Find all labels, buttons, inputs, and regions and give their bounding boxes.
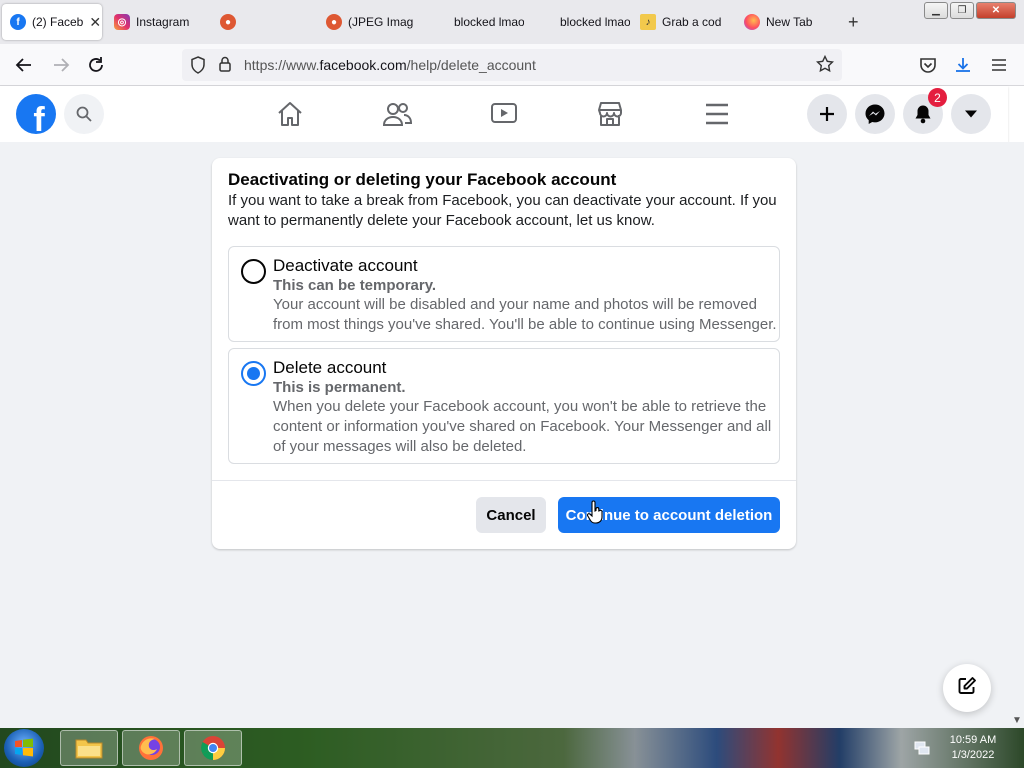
close-window-icon[interactable]: ✕ bbox=[976, 2, 1016, 19]
tab-new-tab[interactable]: New Tab bbox=[736, 4, 836, 40]
network-tray-icon[interactable] bbox=[914, 740, 930, 761]
search-icon[interactable] bbox=[64, 94, 104, 134]
tab-blocked-2[interactable]: blocked lmao bbox=[530, 4, 630, 40]
delete-account-option[interactable]: Delete account This is permanent. When y… bbox=[228, 348, 780, 464]
option-description: Your account will be disabled and your n… bbox=[273, 296, 777, 333]
tab-label: New Tab bbox=[766, 15, 813, 29]
facebook-favicon-icon: f bbox=[10, 14, 26, 30]
create-plus-icon[interactable] bbox=[807, 94, 847, 134]
firefox-favicon-icon bbox=[744, 14, 760, 30]
pocket-icon[interactable] bbox=[915, 52, 941, 78]
browser-tab-strip: f (2) Faceb ✕ ◎ Instagram ● ● (JPEG Imag… bbox=[0, 0, 1024, 44]
compose-edit-icon bbox=[957, 676, 977, 701]
url-prefix: https://www. bbox=[244, 57, 320, 73]
tab-facebook[interactable]: f (2) Faceb ✕ bbox=[2, 4, 102, 40]
tab-duckduckgo-1[interactable]: ● bbox=[212, 4, 312, 40]
url-bar[interactable]: https://www.facebook.com/help/delete_acc… bbox=[182, 49, 842, 81]
facebook-header: f bbox=[0, 86, 1008, 142]
chrome-taskbar-icon[interactable] bbox=[184, 730, 242, 766]
delete-account-dialog: Deactivating or deleting your Facebook a… bbox=[212, 158, 796, 549]
file-explorer-taskbar-icon[interactable] bbox=[60, 730, 118, 766]
tab-duckduckgo-2[interactable]: ● (JPEG Imag bbox=[318, 4, 418, 40]
dialog-description: If you want to take a break from Faceboo… bbox=[228, 192, 777, 229]
clock-date: 1/3/2022 bbox=[951, 749, 995, 761]
option-description: When you delete your Facebook account, y… bbox=[273, 398, 772, 455]
tab-label: (2) Faceb bbox=[32, 15, 84, 29]
forward-arrow-icon[interactable] bbox=[48, 52, 74, 78]
tab-instagram[interactable]: ◎ Instagram bbox=[106, 4, 206, 40]
duckduckgo-favicon-icon: ● bbox=[326, 14, 342, 30]
lock-icon[interactable] bbox=[218, 56, 232, 78]
deactivate-radio[interactable] bbox=[241, 259, 266, 284]
windows-start-button[interactable] bbox=[4, 729, 44, 767]
windows-taskbar: 10:59 AM 1/3/2022 bbox=[0, 728, 1024, 768]
logo-letter: f bbox=[33, 101, 45, 134]
dialog-title: Deactivating or deleting your Facebook a… bbox=[228, 170, 617, 189]
downloads-icon[interactable] bbox=[950, 52, 976, 78]
firefox-taskbar-icon[interactable] bbox=[122, 730, 180, 766]
hand-cursor-icon bbox=[586, 500, 604, 529]
account-dropdown-icon[interactable] bbox=[951, 94, 991, 134]
tab-label: blocked lmao bbox=[560, 15, 630, 29]
option-subtitle: This can be temporary. bbox=[273, 277, 437, 294]
new-tab-plus-icon[interactable]: + bbox=[848, 12, 859, 33]
facebook-logo-icon[interactable]: f bbox=[16, 94, 56, 134]
option-subtitle: This is permanent. bbox=[273, 379, 406, 396]
url-domain: facebook.com bbox=[319, 57, 407, 73]
marketplace-icon[interactable] bbox=[594, 98, 626, 130]
browser-nav-bar: https://www.facebook.com/help/delete_acc… bbox=[0, 44, 1024, 86]
deactivate-account-option[interactable]: Deactivate account This can be temporary… bbox=[228, 246, 780, 342]
tab-label: Grab a cod bbox=[662, 15, 722, 29]
tab-label: (JPEG Imag bbox=[348, 15, 414, 29]
option-title: Deactivate account bbox=[273, 256, 418, 275]
clock-time: 10:59 AM bbox=[949, 734, 997, 746]
system-clock[interactable]: 10:59 AM 1/3/2022 bbox=[940, 733, 1006, 763]
notification-count-badge: 2 bbox=[928, 88, 947, 107]
delete-radio[interactable] bbox=[241, 361, 266, 386]
back-arrow-icon[interactable] bbox=[11, 52, 37, 78]
restore-window-icon[interactable]: ❐ bbox=[950, 2, 974, 19]
tab-blocked-1[interactable]: blocked lmao bbox=[424, 4, 524, 40]
url-text[interactable]: https://www.facebook.com/help/delete_acc… bbox=[244, 57, 536, 73]
scroll-down-arrow-icon[interactable]: ▼ bbox=[1012, 715, 1022, 726]
instagram-favicon-icon: ◎ bbox=[114, 14, 130, 30]
blank-favicon-icon bbox=[432, 14, 448, 30]
menu-icon[interactable] bbox=[701, 98, 733, 130]
new-message-compose-button[interactable] bbox=[943, 664, 991, 712]
messenger-icon[interactable] bbox=[855, 94, 895, 134]
home-icon[interactable] bbox=[274, 98, 306, 130]
dialog-divider bbox=[212, 480, 796, 481]
blank-favicon-icon bbox=[538, 14, 554, 30]
note-favicon-icon: ♪ bbox=[640, 14, 656, 30]
tab-grab-a-code[interactable]: ♪ Grab a cod bbox=[632, 4, 732, 40]
reload-icon[interactable] bbox=[83, 52, 109, 78]
minimize-window-icon[interactable]: ▁ bbox=[924, 2, 948, 19]
page-scrollbar[interactable]: ▼ bbox=[1008, 142, 1024, 728]
tab-label: blocked lmao bbox=[454, 15, 524, 29]
option-title: Delete account bbox=[273, 358, 387, 377]
friends-icon[interactable] bbox=[381, 98, 413, 130]
shield-icon[interactable] bbox=[190, 56, 206, 79]
hamburger-menu-icon[interactable] bbox=[986, 52, 1012, 78]
cancel-button[interactable]: Cancel bbox=[476, 497, 546, 533]
watch-video-icon[interactable] bbox=[488, 98, 520, 130]
tab-label: Instagram bbox=[136, 15, 190, 29]
duckduckgo-favicon-icon: ● bbox=[220, 14, 236, 30]
bookmark-star-icon[interactable] bbox=[815, 54, 835, 78]
url-path: /help/delete_account bbox=[406, 57, 536, 73]
close-tab-icon[interactable]: ✕ bbox=[89, 14, 101, 31]
